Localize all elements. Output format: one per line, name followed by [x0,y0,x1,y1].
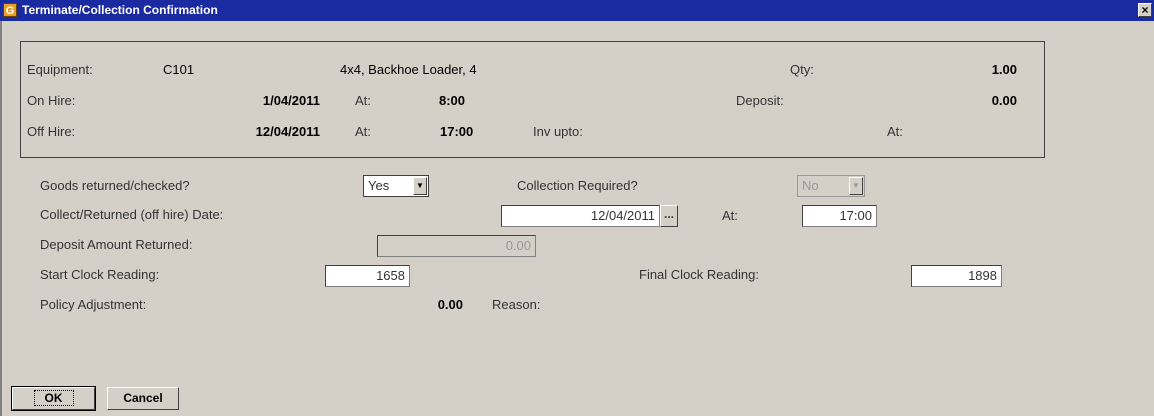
reason-label: Reason: [492,297,541,312]
date-picker-button[interactable]: ... [660,205,678,227]
collection-required-select[interactable]: No ▼ [797,175,865,197]
start-clock-input[interactable]: 1658 [325,265,410,287]
collect-time-input[interactable]: 17:00 [802,205,877,227]
deposit-label: Deposit: [736,93,784,108]
chevron-down-icon[interactable]: ▼ [849,177,863,195]
cancel-button[interactable]: Cancel [107,387,179,410]
chevron-down-icon[interactable]: ▼ [413,177,427,195]
qty-value: 1.00 [991,62,1017,77]
inv-upto-label: Inv upto: [533,124,583,139]
goods-returned-select[interactable]: Yes ▼ [363,175,429,197]
ok-button-label: OK [33,390,74,406]
inv-at-label: At: [887,124,903,139]
policy-adjustment-value: 0.00 [437,297,463,312]
deposit-returned-label: Deposit Amount Returned: [40,237,193,252]
ok-button[interactable]: OK [11,386,96,411]
equipment-code: C101 [163,62,195,77]
collect-date-label: Collect/Returned (off hire) Date: [40,207,224,222]
on-hire-at-label: At: [355,93,371,108]
off-hire-at-label: At: [355,124,371,139]
equipment-summary-box [20,41,1045,158]
close-icon[interactable]: × [1138,3,1152,17]
equipment-description: 4x4, Backhoe Loader, 4 [340,62,477,77]
off-hire-label: Off Hire: [27,124,76,139]
collect-date-input[interactable]: 12/04/2011 [501,205,660,227]
start-clock-label: Start Clock Reading: [40,267,160,282]
deposit-returned-input[interactable]: 0.00 [377,235,536,257]
final-clock-input[interactable]: 1898 [911,265,1002,287]
on-hire-date: 1/04/2011 [262,93,320,108]
on-hire-label: On Hire: [27,93,76,108]
equipment-label: Equipment: [27,62,93,77]
qty-label: Qty: [790,62,814,77]
policy-adjustment-label: Policy Adjustment: [40,297,147,312]
collect-at-label: At: [722,208,738,223]
off-hire-time: 17:00 [440,124,474,139]
deposit-value: 0.00 [991,93,1017,108]
collection-required-label: Collection Required? [517,178,638,193]
window-edge [0,21,2,416]
on-hire-time: 8:00 [439,93,466,108]
final-clock-label: Final Clock Reading: [639,267,759,282]
goods-returned-value: Yes [368,178,390,193]
goods-returned-label: Goods returned/checked? [40,178,190,193]
title-bar: G Terminate/Collection Confirmation × [0,0,1154,21]
off-hire-date: 12/04/2011 [255,124,320,139]
window-title: Terminate/Collection Confirmation [22,3,218,17]
app-icon: G [3,3,17,17]
collection-required-value: No [802,178,819,193]
